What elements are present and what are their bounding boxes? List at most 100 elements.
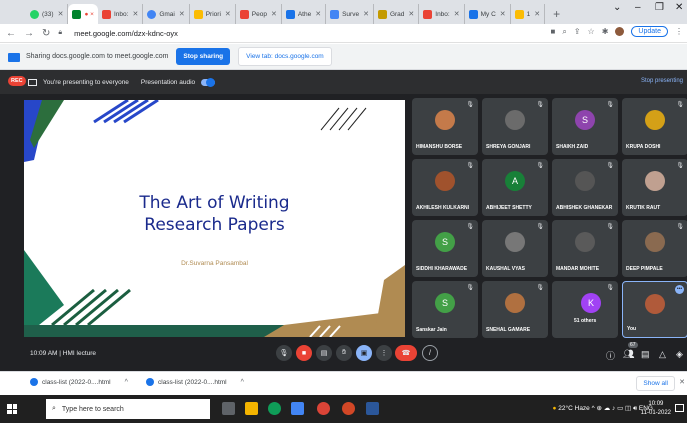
raise-hand-button[interactable]: ✋︎ xyxy=(336,345,352,361)
participant-tile[interactable]: 🎙︎ AKHILESH KULKARNI xyxy=(412,159,478,216)
zoom-icon[interactable]: ⌕ xyxy=(562,27,566,37)
tray-icons[interactable]: ^ ⊕ ☁ ♪ ▭ ◫ 🔊︎ xyxy=(592,405,637,412)
close-icon[interactable]: ✕ xyxy=(271,10,277,18)
tab-strip: (33) ✕ ● × Inbo: ✕ Gmai ✕ Priori ✕ Peop ✕ Ath… xyxy=(0,0,687,24)
minimize-icon[interactable]: – xyxy=(635,2,641,13)
participant-tile[interactable]: 🎙︎ KRUTIK RAUT xyxy=(622,159,687,216)
browser-tab[interactable]: Gmai ✕ xyxy=(143,4,190,24)
browser-tab-active[interactable]: ● × xyxy=(68,4,98,24)
close-icon[interactable]: ✕ xyxy=(454,10,460,18)
chat-icon[interactable]: ▤ xyxy=(641,349,650,360)
self-tile[interactable]: ••• You xyxy=(622,281,687,338)
host-controls-icon[interactable]: ◈ xyxy=(676,349,683,360)
others-tile[interactable]: 🎙︎ K 51 others xyxy=(552,281,618,338)
browser-tab[interactable]: Athe ✕ xyxy=(282,4,327,24)
participant-tile[interactable]: 🎙︎ KAUSHAL VYAS xyxy=(482,220,548,277)
lock-icon[interactable]: 🔒︎ xyxy=(58,29,62,37)
browser-tab[interactable]: Inbo: ✕ xyxy=(98,4,144,24)
browser-tab[interactable]: Peop ✕ xyxy=(236,4,282,24)
participant-tile[interactable]: 🎙︎ S Sanskar Jain xyxy=(412,281,478,338)
participant-tile[interactable]: 🎙︎ S SHAIKH ZAID xyxy=(552,98,618,155)
participant-tile[interactable]: 🎙︎ KRUPA DOSHI xyxy=(622,98,687,155)
tab-search-icon[interactable]: ⌄ xyxy=(613,2,621,13)
forward-icon[interactable]: → xyxy=(24,28,34,39)
close-icon[interactable]: ✕ xyxy=(363,10,369,18)
back-icon[interactable]: ← xyxy=(6,28,16,39)
share-icon[interactable]: ⇪ xyxy=(574,27,581,36)
maximize-icon[interactable]: ❐ xyxy=(655,2,664,13)
participant-name: ABHISHEK GHANEKAR xyxy=(556,205,613,211)
close-icon[interactable]: ✕ xyxy=(500,10,506,18)
extensions-icon[interactable]: ✱ xyxy=(602,27,609,36)
browser-tab[interactable]: Inbo: ✕ xyxy=(419,4,465,24)
chrome-icon[interactable] xyxy=(317,402,330,415)
powerpoint-icon[interactable] xyxy=(342,402,355,415)
participant-tile[interactable]: 🎙︎ DEEP PIMPALE xyxy=(622,220,687,277)
participant-tile[interactable]: 🎙︎ HIMANSHU BORSE xyxy=(412,98,478,155)
close-icon[interactable]: ✕ xyxy=(179,10,185,18)
close-icon[interactable]: ✕ xyxy=(315,10,321,18)
download-item[interactable]: class-list (2022-0....html ^ xyxy=(146,378,244,386)
mic-button[interactable]: 🎙︎ xyxy=(276,345,292,361)
notification-icon[interactable] xyxy=(675,404,684,412)
participant-tile[interactable]: 🎙︎ A ABHIJEET SHETTY xyxy=(482,159,548,216)
url-field[interactable]: meet.google.com/dzx-kdnc-oyx xyxy=(74,29,178,38)
leave-call-button[interactable]: ☎︎ xyxy=(395,345,417,361)
google-icon xyxy=(147,9,157,19)
chevron-up-icon[interactable]: ^ xyxy=(241,379,244,386)
word-icon[interactable] xyxy=(366,402,379,415)
participant-tile[interactable]: 🎙︎ ABHISHEK GHANEKAR xyxy=(552,159,618,216)
browser-tab[interactable]: Priori ✕ xyxy=(190,4,236,24)
edge-icon[interactable] xyxy=(268,402,281,415)
browser-tab[interactable]: 1 ✕ xyxy=(511,4,546,24)
calendar-icon xyxy=(285,9,295,19)
close-icon[interactable]: ✕ xyxy=(132,10,138,18)
reload-icon[interactable]: ↻ xyxy=(42,28,50,39)
close-window-icon[interactable]: ✕ xyxy=(675,2,683,13)
task-view-icon[interactable] xyxy=(222,402,235,415)
present-button[interactable]: ▣ xyxy=(356,345,372,361)
chevron-up-icon[interactable]: ^ xyxy=(125,379,128,386)
close-icon[interactable]: ✕ xyxy=(58,10,64,18)
more-options-button[interactable]: ⋮ xyxy=(376,345,392,361)
profile-avatar[interactable] xyxy=(615,27,625,36)
browser-tab[interactable]: (33) ✕ xyxy=(26,4,69,24)
activities-icon[interactable]: △ xyxy=(659,349,666,360)
presentation-audio-toggle[interactable] xyxy=(201,77,216,87)
participant-tile[interactable]: 🎙︎ SHREYA GONJARI xyxy=(482,98,548,155)
stop-sharing-button[interactable]: Stop sharing xyxy=(176,48,231,65)
close-icon[interactable]: ✕ xyxy=(679,378,685,386)
camera-icon[interactable]: ■ xyxy=(551,27,556,36)
address-toolbar: ← → ↻ 🔒︎ meet.google.com/dzx-kdnc-oyx ■ … xyxy=(0,24,687,43)
participant-tile[interactable]: 🎙︎ S SIDDHI KHARAWADE xyxy=(412,220,478,277)
close-icon[interactable]: ✕ xyxy=(225,10,231,18)
stop-presenting-button[interactable]: Stop presenting xyxy=(641,78,683,84)
show-all-button[interactable]: Show all xyxy=(636,376,675,391)
menu-icon[interactable]: ⋮ xyxy=(675,27,683,36)
view-tab-button[interactable]: View tab: docs.google.com xyxy=(238,47,332,66)
meet-area: REC You're presenting to everyone Presen… xyxy=(0,70,687,371)
activity-button[interactable]: / xyxy=(422,345,438,361)
more-options-icon[interactable]: ••• xyxy=(675,285,684,294)
windows-start-icon[interactable] xyxy=(7,404,17,414)
taskbar-search-input[interactable]: ⌕ Type here to search xyxy=(46,399,210,419)
new-tab-button[interactable]: + xyxy=(545,4,568,24)
captions-button[interactable]: ▤ xyxy=(316,345,332,361)
stripe-line xyxy=(75,288,119,327)
participant-tile[interactable]: 🎙︎ SNEHAL GAMARE xyxy=(482,281,548,338)
browser-tab[interactable]: My C ✕ xyxy=(465,4,511,24)
info-icon[interactable]: ⓘ xyxy=(606,349,615,362)
update-button[interactable]: Update xyxy=(631,26,668,37)
store-icon[interactable] xyxy=(291,402,304,415)
camera-off-button[interactable]: ■ xyxy=(296,345,312,361)
browser-tab[interactable]: Surve ✕ xyxy=(326,4,374,24)
bookmark-star-icon[interactable]: ☆ xyxy=(588,27,595,36)
close-icon[interactable]: ✕ xyxy=(534,10,540,18)
people-icon[interactable]: 👥︎ xyxy=(623,349,634,360)
close-icon[interactable]: ✕ xyxy=(408,10,414,18)
browser-tab[interactable]: Grad ✕ xyxy=(374,4,420,24)
taskbar-clock[interactable]: 10:09 11-01-2022 xyxy=(641,400,671,418)
participant-tile[interactable]: 🎙︎ MANDAR MOHITE xyxy=(552,220,618,277)
file-explorer-icon[interactable] xyxy=(245,402,258,415)
download-item[interactable]: class-list (2022-0....html ^ xyxy=(30,378,128,386)
